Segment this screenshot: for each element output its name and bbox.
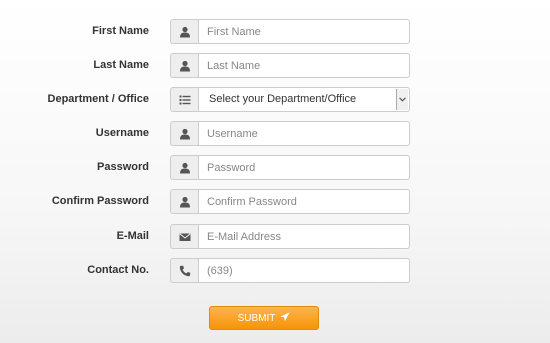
- contact-input[interactable]: [198, 258, 410, 283]
- submit-button[interactable]: SUBMIT: [209, 306, 319, 330]
- confirm-password-row: Confirm Password: [0, 189, 550, 214]
- password-label: Password: [97, 161, 149, 173]
- username-input[interactable]: [198, 121, 410, 146]
- send-icon: [280, 311, 290, 325]
- username-group: [170, 121, 410, 146]
- password-group: [170, 155, 410, 180]
- department-group: Select your Department/Office: [170, 87, 410, 112]
- last-name-input[interactable]: [198, 53, 410, 78]
- username-row: Username: [0, 121, 550, 146]
- username-label: Username: [95, 127, 149, 139]
- list-icon: [170, 87, 198, 112]
- last-name-label: Last Name: [93, 59, 149, 71]
- last-name-row: Last Name: [0, 53, 550, 78]
- department-select[interactable]: Select your Department/Office: [198, 87, 410, 112]
- department-label: Department / Office: [47, 93, 149, 105]
- email-input[interactable]: [198, 224, 410, 249]
- last-name-group: [170, 53, 410, 78]
- email-row: E-Mail: [0, 224, 550, 249]
- confirm-password-input[interactable]: [198, 189, 410, 214]
- password-row: Password: [0, 155, 550, 180]
- password-input[interactable]: [198, 155, 410, 180]
- first-name-input[interactable]: [198, 19, 410, 44]
- confirm-password-label: Confirm Password: [51, 195, 149, 207]
- user-icon: [170, 121, 198, 146]
- first-name-label: First Name: [92, 25, 149, 37]
- contact-group: [170, 258, 410, 283]
- contact-label: Contact No.: [87, 264, 149, 276]
- chevron-down-icon[interactable]: [396, 89, 408, 110]
- user-icon: [170, 189, 198, 214]
- user-icon: [170, 155, 198, 180]
- department-select-value: Select your Department/Office: [209, 93, 357, 105]
- phone-icon: [170, 258, 198, 283]
- envelope-icon: [170, 224, 198, 249]
- submit-label: SUBMIT: [237, 312, 276, 324]
- user-icon: [170, 19, 198, 44]
- email-label: E-Mail: [116, 230, 149, 242]
- first-name-group: [170, 19, 410, 44]
- contact-row: Contact No.: [0, 258, 550, 283]
- user-icon: [170, 53, 198, 78]
- department-row: Department / Office Select your Departme…: [0, 87, 550, 112]
- email-group: [170, 224, 410, 249]
- confirm-password-group: [170, 189, 410, 214]
- first-name-row: First Name: [0, 19, 550, 44]
- registration-form: First Name Last Name Department / Office: [0, 0, 550, 343]
